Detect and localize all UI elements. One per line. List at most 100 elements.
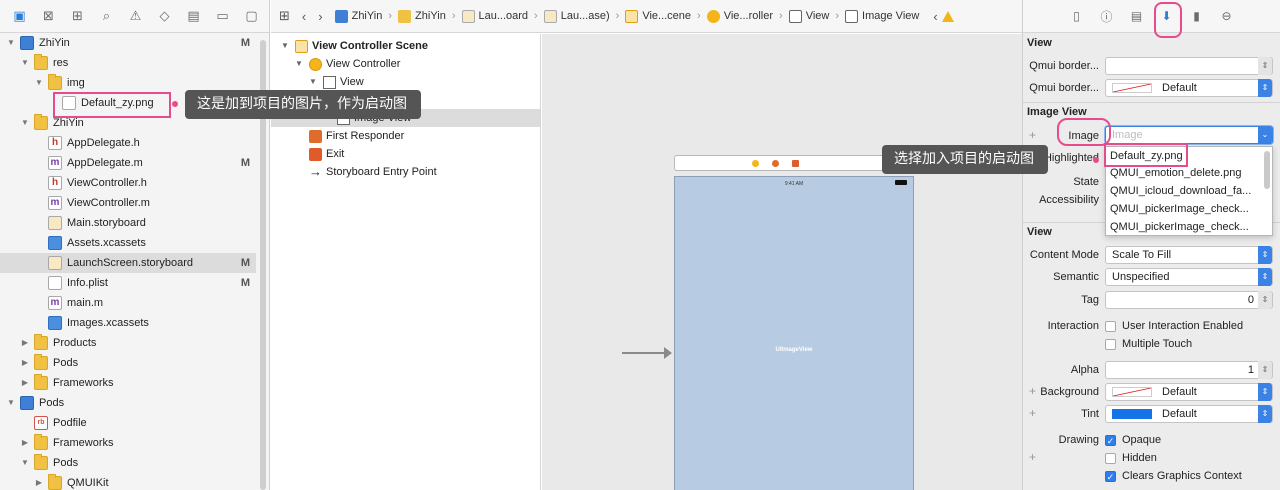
chevron-down-icon[interactable]: ⌄ — [1258, 126, 1272, 144]
tree-row[interactable]: Main.storyboard — [0, 213, 256, 233]
opaque-checkbox[interactable]: ✓ — [1105, 435, 1116, 446]
jumpbar-item-group[interactable]: ZhiYin — [398, 9, 446, 23]
disclosure-closed-icon[interactable]: ▶ — [20, 373, 30, 393]
jumpbar-item-controller[interactable]: Vie...roller — [706, 9, 773, 23]
qmui-border-1-field[interactable]: --⇕ — [1105, 57, 1273, 75]
disclosure-open-icon[interactable]: ▼ — [34, 73, 44, 93]
plus-icon[interactable]: + — [1029, 450, 1036, 464]
disclosure-open-icon[interactable]: ▼ — [20, 113, 30, 133]
chevron-left-icon[interactable]: ‹ — [933, 9, 937, 24]
semantic-popup[interactable]: Unspecified ⇕ — [1105, 268, 1273, 286]
issue-navigator-icon[interactable]: ⚠ — [124, 6, 147, 26]
tree-row[interactable]: h AppDelegate.h — [0, 133, 256, 153]
jumpbar-item-project[interactable]: ZhiYin — [334, 9, 382, 23]
back-icon[interactable]: ‹ — [302, 9, 306, 24]
tint-color-field[interactable]: Default ⇕ — [1105, 405, 1273, 423]
disclosure-open-icon[interactable]: ▼ — [309, 73, 317, 91]
disclosure-closed-icon[interactable]: ▶ — [20, 333, 30, 353]
hidden-checkbox[interactable] — [1105, 453, 1116, 464]
popup-arrow-icon[interactable]: ⇕ — [1258, 383, 1272, 401]
disclosure-open-icon[interactable]: ▼ — [295, 55, 303, 73]
tag-field[interactable]: 0 ⇕ — [1105, 291, 1273, 309]
tree-row[interactable]: ▶ Frameworks — [0, 373, 256, 393]
outline-row[interactable]: ▼ View Controller Scene — [271, 37, 540, 55]
jumpbar-item-scene[interactable]: Vie...cene — [625, 9, 691, 23]
tree-row[interactable]: m ViewController.m — [0, 193, 256, 213]
source-control-icon[interactable]: ⊠ — [37, 6, 60, 26]
tree-row[interactable]: ▶ Products — [0, 333, 256, 353]
popup-arrow-icon[interactable]: ⇕ — [1258, 246, 1272, 264]
stepper-icon[interactable]: ⇕ — [1258, 57, 1272, 75]
folder-navigator-icon[interactable]: ▣ — [8, 6, 31, 26]
tree-row[interactable]: ▶ QMUIKit — [0, 473, 256, 490]
tree-row[interactable]: ▼ Pods — [0, 453, 256, 473]
disclosure-closed-icon[interactable]: ▶ — [20, 353, 30, 373]
multiple-touch-checkbox[interactable] — [1105, 339, 1116, 350]
alpha-field[interactable]: 1 ⇕ — [1105, 361, 1273, 379]
debug-navigator-icon[interactable]: ▤ — [182, 6, 205, 26]
outline-row[interactable]: First Responder — [271, 127, 540, 145]
tree-row[interactable]: rb Podfile — [0, 413, 256, 433]
find-navigator-icon[interactable]: ⌕ — [95, 6, 118, 26]
stepper-icon[interactable]: ⇕ — [1258, 291, 1272, 309]
exit-icon[interactable] — [792, 160, 799, 167]
stepper-icon[interactable]: ⇕ — [1258, 361, 1272, 379]
disclosure-open-icon[interactable]: ▼ — [6, 33, 16, 53]
dropdown-item[interactable]: QMUI_icloud_download_fa... — [1110, 182, 1260, 200]
tree-row[interactable]: ▶ Frameworks — [0, 433, 256, 453]
tree-row[interactable]: LaunchScreen.storyboard M — [0, 253, 256, 273]
image-combo-field[interactable]: Image ⌄ — [1105, 126, 1273, 144]
jumpbar-item-view[interactable]: View — [788, 9, 829, 23]
connections-inspector-icon[interactable]: ⊖ — [1217, 6, 1237, 26]
disclosure-open-icon[interactable]: ▼ — [20, 453, 30, 473]
background-color-field[interactable]: Default ⇕ — [1105, 383, 1273, 401]
disclosure-open-icon[interactable]: ▼ — [20, 53, 30, 73]
view-controller-icon[interactable] — [752, 160, 759, 167]
outline-row[interactable]: Exit — [271, 145, 540, 163]
entry-point-arrow[interactable] — [622, 347, 672, 359]
file-inspector-icon[interactable]: ▯ — [1067, 6, 1087, 26]
breakpoint-navigator-icon[interactable]: ▭ — [211, 6, 234, 26]
tree-row[interactable]: ▼ res — [0, 53, 256, 73]
tree-row[interactable]: Assets.xcassets — [0, 233, 256, 253]
disclosure-open-icon[interactable]: ▼ — [6, 393, 16, 413]
outline-row[interactable]: ▼ View Controller — [271, 55, 540, 73]
user-interaction-checkbox[interactable] — [1105, 321, 1116, 332]
jumpbar-item-image-view[interactable]: Image View — [845, 9, 919, 23]
size-inspector-icon[interactable]: ▮ — [1187, 6, 1207, 26]
popup-arrow-icon[interactable]: ⇕ — [1258, 79, 1272, 97]
tree-row[interactable]: Info.plist M — [0, 273, 256, 293]
outline-row[interactable]: → Storyboard Entry Point — [271, 163, 540, 181]
dropdown-scrollbar[interactable] — [1264, 151, 1270, 189]
outline-row[interactable]: ▼ View — [271, 73, 540, 91]
popup-arrow-icon[interactable]: ⇕ — [1258, 268, 1272, 286]
tree-row[interactable]: Images.xcassets — [0, 313, 256, 333]
image-view-canvas[interactable]: 9:41 AM UIImageView — [674, 176, 914, 490]
tree-row[interactable]: ▼ ZhiYin M — [0, 33, 256, 53]
tree-row[interactable]: h ViewController.h — [0, 173, 256, 193]
scene-dock[interactable] — [674, 155, 914, 171]
tree-row[interactable]: m main.m — [0, 293, 256, 313]
first-responder-icon[interactable] — [772, 160, 779, 167]
warning-icon[interactable] — [941, 10, 954, 22]
disclosure-open-icon[interactable]: ▼ — [281, 37, 289, 55]
disclosure-closed-icon[interactable]: ▶ — [34, 473, 44, 490]
storyboard-canvas[interactable]: 9:41 AM UIImageView — [542, 34, 1022, 490]
dropdown-item[interactable]: QMUI_pickerImage_check... — [1110, 218, 1260, 236]
popup-arrow-icon[interactable]: ⇕ — [1258, 405, 1272, 423]
dropdown-item[interactable]: QMUI_pickerImage_check... — [1110, 200, 1260, 218]
content-mode-popup[interactable]: Scale To Fill ⇕ — [1105, 246, 1273, 264]
disclosure-closed-icon[interactable]: ▶ — [20, 433, 30, 453]
jumpbar-item-base[interactable]: Lau...ase) — [543, 9, 610, 23]
test-navigator-icon[interactable]: ◇ — [153, 6, 176, 26]
tree-row[interactable]: m AppDelegate.m M — [0, 153, 256, 173]
quick-help-icon[interactable]: ⓘ — [1097, 6, 1117, 26]
jumpbar-item-storyboard[interactable]: Lau...oard — [461, 9, 528, 23]
clears-graphics-checkbox[interactable]: ✓ — [1105, 471, 1116, 482]
qmui-border-2-color-field[interactable]: Default ⇕ — [1105, 79, 1273, 97]
tree-row[interactable]: ▶ Pods — [0, 353, 256, 373]
report-navigator-icon[interactable]: ▢ — [240, 6, 263, 26]
tree-row[interactable]: ▼ Pods — [0, 393, 256, 413]
symbol-navigator-icon[interactable]: ⊞ — [66, 6, 89, 26]
forward-icon[interactable]: › — [318, 9, 322, 24]
